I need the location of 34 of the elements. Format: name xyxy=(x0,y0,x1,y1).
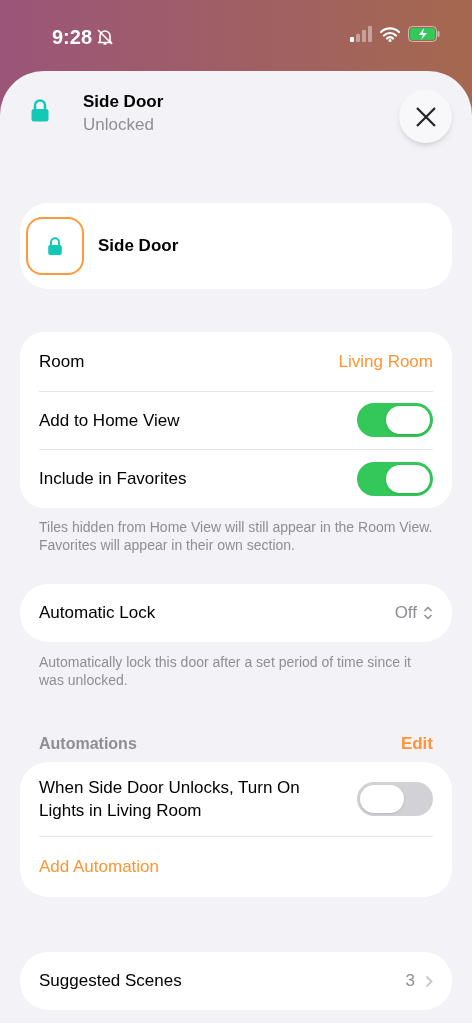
auto-lock-value: Off xyxy=(394,601,417,624)
close-button[interactable] xyxy=(399,90,452,143)
setting-label: Include in Favorites xyxy=(39,468,187,490)
scene-count: 3 xyxy=(405,970,415,993)
chevron-up-down-icon xyxy=(423,605,433,620)
status-time: 9:28 xyxy=(52,25,93,50)
room-value[interactable]: Living Room xyxy=(338,348,433,374)
accessory-tile[interactable] xyxy=(26,217,84,275)
close-icon xyxy=(414,105,437,128)
toggle-switch[interactable] xyxy=(357,782,433,816)
automations-heading: Automations xyxy=(39,734,137,754)
edit-link[interactable]: Edit xyxy=(400,730,433,756)
battery-icon xyxy=(408,26,440,42)
add-automation-link[interactable]: Add Automation xyxy=(39,854,160,880)
muted-bell-icon xyxy=(96,28,115,46)
auto-lock-label: Automatic Lock xyxy=(39,601,156,624)
toggle-switch[interactable] xyxy=(357,461,433,496)
setting-label: Add to Home View xyxy=(39,409,180,432)
setting-label: Room xyxy=(39,350,85,373)
settings-footnote: Tiles hidden from Home View will still appear in the Room View. Favorites will appear in their own section. xyxy=(38,517,434,554)
auto-lock-footnote: Automatically lock this door after a set period of time since it was unlocked. xyxy=(38,652,412,689)
suggested-scenes-row[interactable]: Suggested Scenes 3 xyxy=(20,952,452,1010)
header-title: Side Door xyxy=(83,91,164,113)
lock-icon xyxy=(30,99,50,122)
lock-icon xyxy=(47,236,63,256)
wifi-icon xyxy=(380,26,400,42)
accessory-name: Side Door xyxy=(98,235,179,258)
signal-icon xyxy=(350,26,372,42)
header-subtitle: Unlocked xyxy=(83,114,155,136)
suggested-scenes-label: Suggested Scenes xyxy=(39,970,182,993)
toggle-switch[interactable] xyxy=(357,403,433,438)
auto-lock-row[interactable]: Automatic Lock Off xyxy=(20,583,452,642)
automation-label: When Side Door Unlocks, Turn On Lights in Living Room xyxy=(39,777,301,822)
chevron-right-icon xyxy=(425,974,433,988)
